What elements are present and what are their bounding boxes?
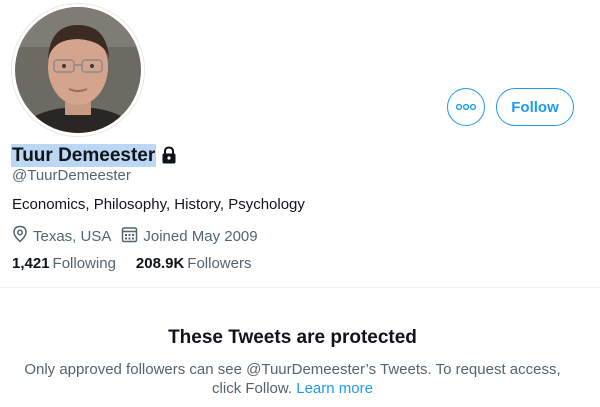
profile-stats: 1,421 Following 208.9K Followers	[12, 255, 271, 272]
followers-link[interactable]: 208.9K Followers	[136, 255, 252, 272]
location-item: Texas, USA	[12, 225, 111, 247]
protected-message: Only approved followers can see @TuurDem…	[20, 360, 565, 398]
learn-more-link[interactable]: Learn more	[296, 380, 373, 397]
profile-meta: Texas, USA Joined May 2009	[12, 225, 268, 247]
following-link[interactable]: 1,421 Following	[12, 255, 116, 272]
profile-handle: @TuurDemeester	[12, 167, 131, 184]
follow-button-label: Follow	[511, 98, 559, 116]
avatar[interactable]	[12, 4, 144, 136]
followers-label: Followers	[187, 255, 252, 272]
more-options-button[interactable]	[447, 88, 485, 126]
following-count: 1,421	[12, 255, 50, 272]
location-text: Texas, USA	[33, 227, 112, 245]
joined-text: Joined May 2009	[143, 227, 258, 245]
location-pin-icon	[12, 225, 33, 247]
display-name: Tuur Demeester	[11, 143, 157, 167]
more-options-icon	[455, 98, 477, 116]
follow-button[interactable]: Follow	[496, 88, 574, 126]
protected-message-text: Only approved followers can see @TuurDem…	[24, 361, 561, 397]
section-divider	[0, 287, 600, 288]
protected-title: These Tweets are protected	[168, 327, 417, 348]
profile-name-row: Tuur Demeester	[11, 143, 179, 167]
followers-count: 208.9K	[135, 255, 185, 272]
lock-icon	[159, 145, 179, 165]
profile-bio: Economics, Philosophy, History, Psycholo…	[12, 196, 305, 213]
following-label: Following	[52, 255, 116, 272]
joined-item: Joined May 2009	[121, 226, 258, 247]
calendar-icon	[121, 226, 143, 247]
